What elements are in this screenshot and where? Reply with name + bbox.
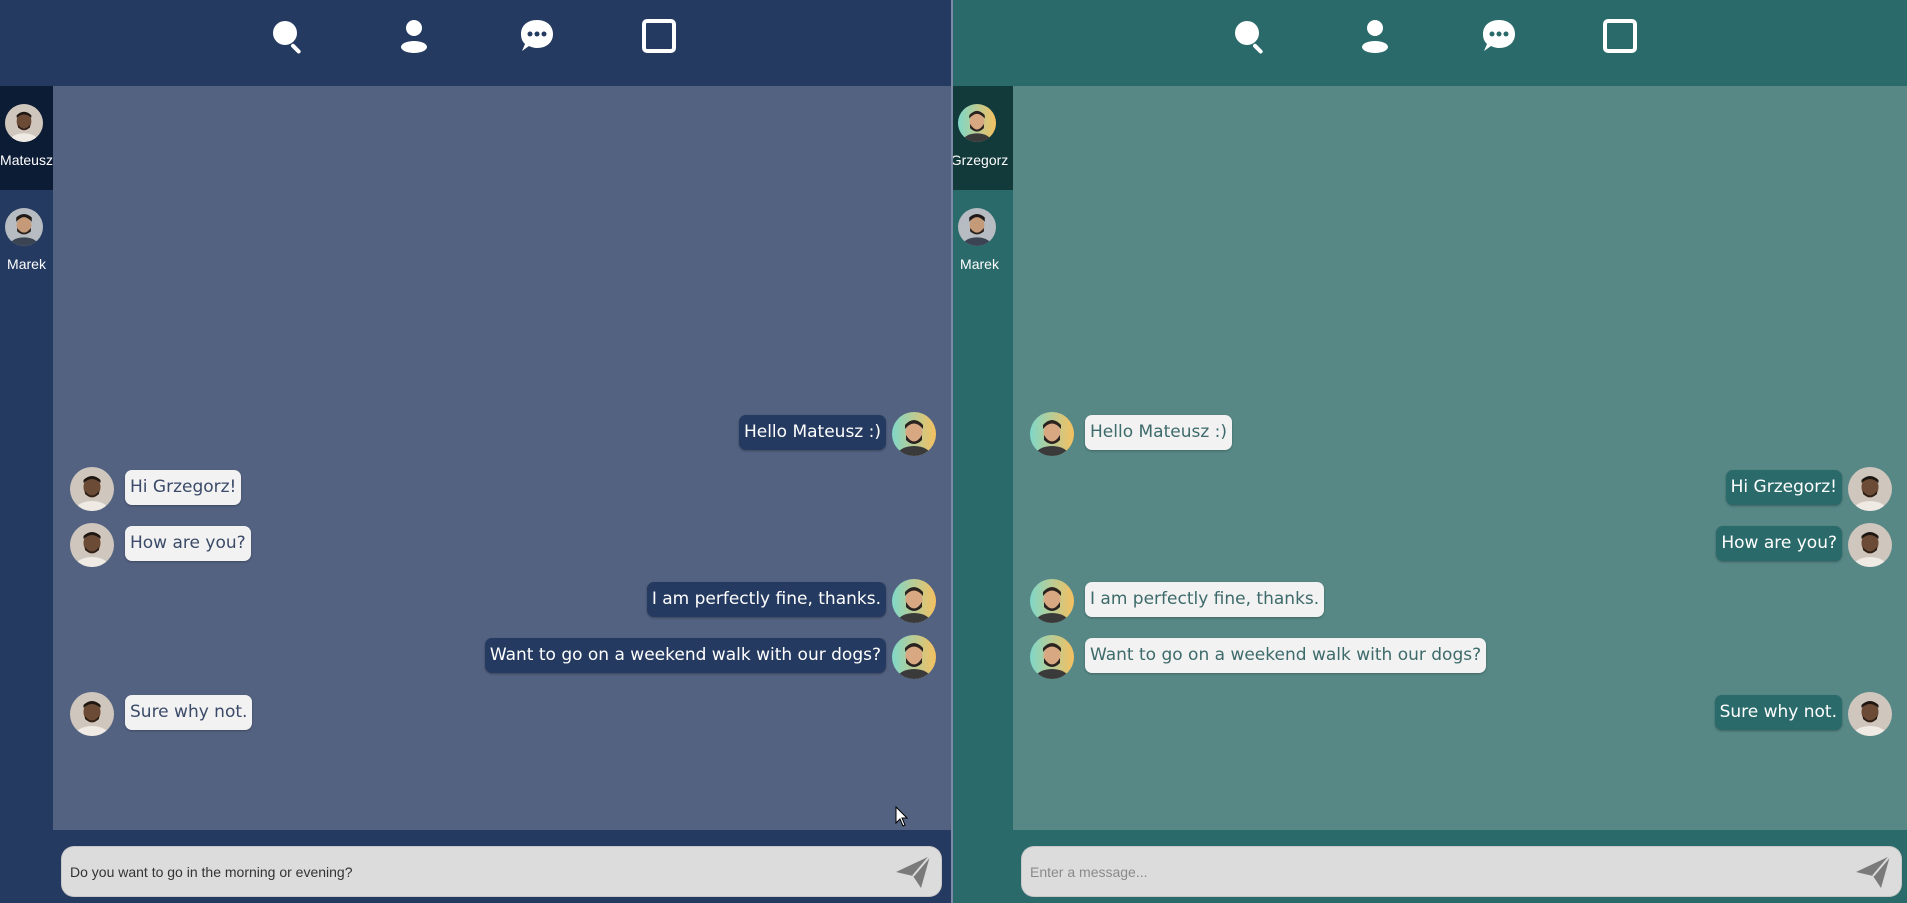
mouse-cursor-icon [895,806,909,827]
top-nav-bar [0,0,951,86]
chat-window-right: Grzegorz Marek Hello Mateusz :) Hi Grzegor… [953,0,1907,903]
avatar [892,635,936,679]
avatar [5,208,43,246]
search-icon[interactable] [268,16,308,56]
message-row: Hello Mateusz :) [53,412,951,456]
message-row: How are you? [1013,523,1907,567]
contacts-sidebar: Grzegorz Marek [953,86,1013,903]
contact-name: Marek [960,256,999,272]
avatar [958,208,996,246]
message-row: Sure why not. [53,692,951,736]
contact-name: Grzegorz [953,152,1009,168]
message-row: Hello Mateusz :) [1013,412,1907,456]
user-icon[interactable] [1355,16,1395,56]
user-icon[interactable] [394,16,434,56]
contact-name: Mateusz [0,152,53,168]
message-row: I am perfectly fine, thanks. [53,579,951,623]
message-row: Sure why not. [1013,692,1907,736]
avatar [1030,635,1074,679]
avatar [70,523,114,567]
outgoing-message: How are you? [1716,526,1842,561]
incoming-message: How are you? [125,526,251,561]
message-row: Hi Grzegorz! [1013,467,1907,511]
avatar [70,467,114,511]
avatar [5,104,43,142]
sidebar-item-grzegorz[interactable]: Grzegorz [953,86,1013,190]
avatar [1848,692,1892,736]
outgoing-message: Hi Grzegorz! [1725,470,1842,505]
message-row: Hi Grzegorz! [53,467,951,511]
message-list: Hello Mateusz :) Hi Grzegorz! How are you?… [53,86,951,830]
chat-window-left: Mateusz Marek Hello Mateusz :) Hi Grzegorz… [0,0,951,903]
message-row: I am perfectly fine, thanks. [1013,579,1907,623]
outgoing-message: Hello Mateusz :) [738,415,886,450]
chat-icon[interactable] [1479,16,1519,56]
avatar [1848,523,1892,567]
avatar [70,692,114,736]
top-nav-bar [953,0,1907,86]
message-input[interactable] [1030,847,1830,896]
avatar [1030,579,1074,623]
contact-name: Marek [7,256,46,272]
outgoing-message: I am perfectly fine, thanks. [646,582,886,617]
avatar [892,412,936,456]
message-composer [1022,847,1901,896]
chat-icon[interactable] [517,16,557,56]
sidebar-item-mateusz[interactable]: Mateusz [0,86,53,190]
send-icon[interactable] [1853,852,1893,892]
message-composer [62,847,941,896]
incoming-message: Sure why not. [125,695,253,730]
avatar [1030,412,1074,456]
window-icon[interactable] [1600,16,1640,56]
outgoing-message: Sure why not. [1714,695,1842,730]
incoming-message: Hello Mateusz :) [1085,415,1233,450]
avatar [958,104,996,142]
avatar [892,579,936,623]
message-input[interactable] [70,847,870,896]
search-icon[interactable] [1230,16,1270,56]
avatar [1848,467,1892,511]
message-row: Want to go on a weekend walk with our do… [1013,635,1907,679]
sidebar-item-marek[interactable]: Marek [0,190,53,294]
incoming-message: I am perfectly fine, thanks. [1085,582,1325,617]
message-row: Want to go on a weekend walk with our do… [53,635,951,679]
window-icon[interactable] [639,16,679,56]
send-icon[interactable] [893,852,933,892]
incoming-message: Want to go on a weekend walk with our do… [1085,638,1487,673]
incoming-message: Hi Grzegorz! [125,470,242,505]
sidebar-item-marek[interactable]: Marek [953,190,1013,294]
outgoing-message: Want to go on a weekend walk with our do… [484,638,886,673]
contacts-sidebar: Mateusz Marek [0,86,53,903]
message-row: How are you? [53,523,951,567]
message-list: Hello Mateusz :) Hi Grzegorz! How are you?… [1013,86,1907,830]
